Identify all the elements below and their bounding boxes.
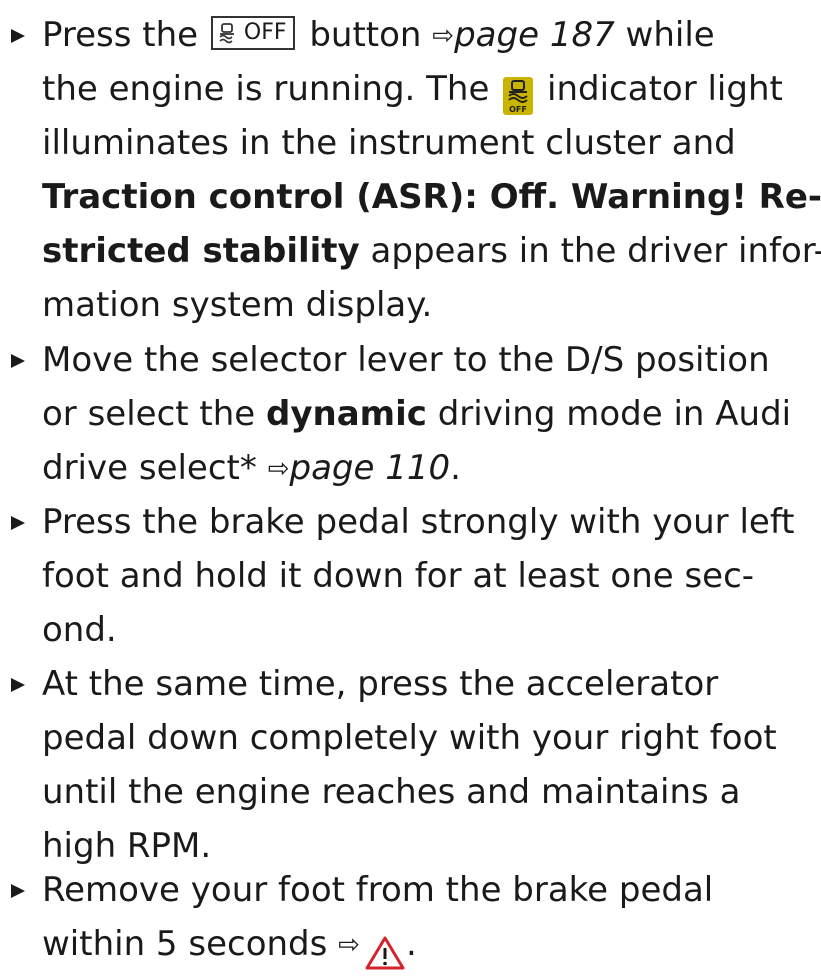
step-2-line-3: drive select* ⇨page 110. xyxy=(42,448,461,488)
step-1-line-6: mation system display. xyxy=(42,285,433,325)
step-5-line-2: within 5 seconds ⇨. xyxy=(42,917,815,971)
step-2-line-2: or select the dynamic driving mode in Au… xyxy=(42,394,792,434)
step-5: Remove your foot from the brake pedal wi… xyxy=(11,863,815,971)
step-3-line-2: foot and hold it down for at least one s… xyxy=(42,556,755,596)
esc-off-button-symbol: OFF xyxy=(210,15,295,50)
step-1-line-3: illuminates in the instrument cluster an… xyxy=(42,123,736,163)
svg-text:OFF: OFF xyxy=(509,105,527,114)
step-1-line-5: stricted stability appears in the driver… xyxy=(42,231,821,271)
step-1-line-1: Press the OFF button ⇨page 187 while xyxy=(42,15,715,55)
step-2-line-1: Move the selector lever to the D/S posit… xyxy=(42,340,770,380)
step-4-line-1: At the same time, press the accelerator xyxy=(42,664,719,704)
instruction-page: Press the OFF button ⇨page 187 while the… xyxy=(0,0,821,970)
step-2: Move the selector lever to the D/S posit… xyxy=(11,333,815,495)
step-1-line-2: the engine is running. The OFF indicator… xyxy=(42,68,783,115)
traction-control-icon xyxy=(219,22,234,43)
page-reference[interactable]: page 187 xyxy=(454,15,615,55)
step-3-line-1: Press the brake pedal strongly with your… xyxy=(42,502,795,542)
step-1: Press the OFF button ⇨page 187 while the… xyxy=(11,8,821,332)
bullet-icon xyxy=(11,29,25,43)
step-1-line-4: Traction control (ASR): Off. Warning! Re… xyxy=(42,177,821,217)
step-4-line-3: until the engine reaches and maintains a xyxy=(42,772,741,812)
step-5-line-1: Remove your foot from the brake pedal xyxy=(42,870,714,910)
step-4: At the same time, press the accelerator … xyxy=(11,657,815,873)
page-reference[interactable]: page 110 xyxy=(289,448,450,488)
arrow-icon: ⇨ xyxy=(338,930,360,960)
bullet-icon xyxy=(11,678,25,692)
arrow-icon: ⇨ xyxy=(267,454,290,484)
traction-control-off-indicator-icon: OFF xyxy=(503,68,534,115)
warning-triangle-icon[interactable] xyxy=(364,925,406,970)
step-4-line-2: pedal down completely with your right fo… xyxy=(42,718,777,758)
step-3-line-3: ond. xyxy=(42,610,117,650)
bullet-icon xyxy=(11,516,25,530)
step-3: Press the brake pedal strongly with your… xyxy=(11,495,815,657)
bullet-icon xyxy=(11,354,25,368)
bullet-icon xyxy=(11,884,25,898)
arrow-icon: ⇨ xyxy=(432,21,455,51)
